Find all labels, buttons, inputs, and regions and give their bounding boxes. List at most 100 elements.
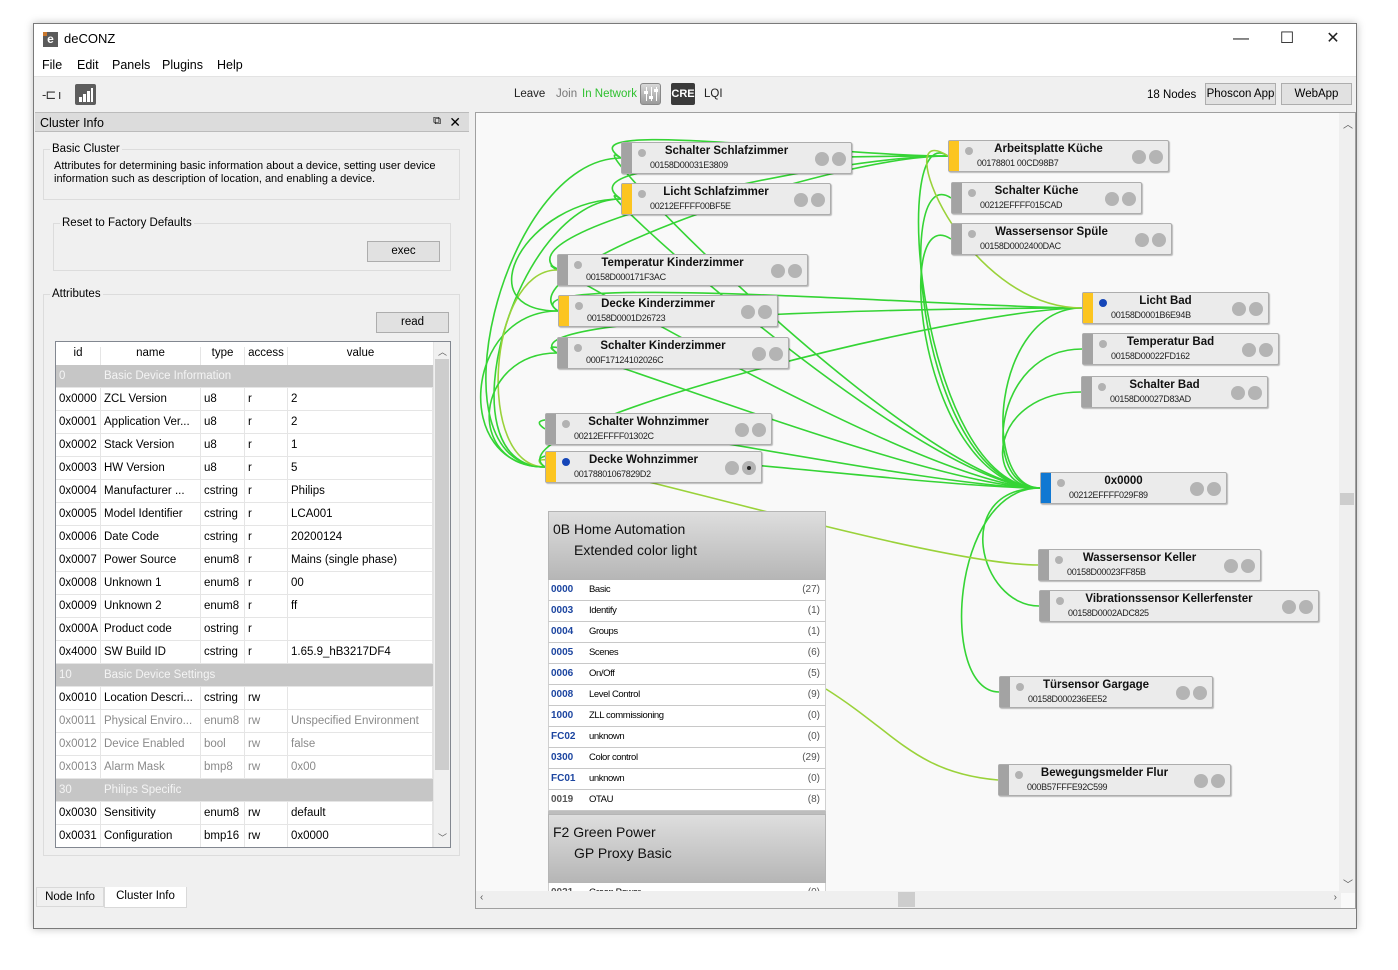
- scroll-down-icon[interactable]: ﹀: [1343, 876, 1353, 891]
- endpoint-port-icon[interactable]: [735, 423, 749, 437]
- table-row[interactable]: 0x0000 ZCL Version u8 r 2: [56, 388, 433, 411]
- phoscon-app-button[interactable]: Phoscon App: [1205, 83, 1276, 105]
- horizontal-scroll-thumb[interactable]: [898, 892, 915, 907]
- table-row[interactable]: 0x0030 Sensitivity enum8 rw default: [56, 802, 433, 825]
- cluster-row[interactable]: 0008 Level Control (9): [548, 685, 826, 706]
- endpoint-port-icon[interactable]: [1242, 343, 1256, 357]
- endpoint-port-icon[interactable]: [1231, 386, 1245, 400]
- endpoint-port-icon[interactable]: [1282, 600, 1296, 614]
- endpoint-port-icon[interactable]: [758, 305, 772, 319]
- node-decke-kinderzimmer[interactable]: Decke Kinderzimmer 00158D0001D26723: [558, 295, 778, 327]
- section-row[interactable]: 30 Philips Specific: [56, 779, 433, 802]
- endpoint-port-icon[interactable]: [1207, 482, 1221, 496]
- table-row[interactable]: 0x0004 Manufacturer ... cstring r Philips: [56, 480, 433, 503]
- section-row[interactable]: 10 Basic Device Settings: [56, 664, 433, 687]
- menu-edit[interactable]: Edit: [77, 58, 99, 72]
- col-access[interactable]: access: [245, 347, 288, 365]
- float-panel-icon[interactable]: ⧉: [433, 115, 441, 128]
- table-row[interactable]: 0x0012 Device Enabled bool rw false: [56, 733, 433, 756]
- node-licht-bad[interactable]: Licht Bad 00158D0001B6E94B: [1082, 292, 1269, 324]
- endpoint-port-icon[interactable]: [771, 264, 785, 278]
- menu-plugins[interactable]: Plugins: [162, 58, 203, 72]
- scroll-up-icon[interactable]: ︿: [1343, 116, 1353, 131]
- menu-panels[interactable]: Panels: [112, 58, 150, 72]
- tab-cluster-info[interactable]: Cluster Info: [104, 887, 187, 908]
- cluster-row[interactable]: 0004 Groups (1): [548, 622, 826, 643]
- table-row[interactable]: 0x0031 Configuration bmp16 rw 0x0000: [56, 825, 433, 847]
- node-licht-schlafzimmer[interactable]: Licht Schlafzimmer 00212EFFFF00BF5E: [621, 183, 831, 215]
- col-type[interactable]: type: [201, 347, 245, 365]
- node-wassersensor-keller[interactable]: Wassersensor Keller 00158D00023FF85B: [1038, 549, 1261, 581]
- node-decke-wohnzimmer[interactable]: Decke Wohnzimmer 00178801067829D2: [545, 451, 762, 483]
- table-row[interactable]: 0x0006 Date Code cstring r 20200124: [56, 526, 433, 549]
- endpoint-port-icon[interactable]: [1224, 559, 1238, 573]
- endpoint-port-icon[interactable]: [1152, 233, 1166, 247]
- endpoint-header[interactable]: F2 Green Power GP Proxy Basic: [548, 814, 826, 883]
- cluster-row[interactable]: FC02 unknown (0): [548, 727, 826, 748]
- table-row[interactable]: 0x0011 Physical Enviro... enum8 rw Unspecifi…: [56, 710, 433, 733]
- endpoint-port-icon[interactable]: [1135, 233, 1149, 247]
- cluster-row[interactable]: 0003 Identify (1): [548, 601, 826, 622]
- node-arbeitsplatte-kueche[interactable]: Arbeitsplatte Küche 00178801 00CD98B7: [948, 140, 1169, 172]
- scroll-left-icon[interactable]: ‹: [480, 892, 483, 903]
- table-row[interactable]: 0x0008 Unknown 1 enum8 r 00: [56, 572, 433, 595]
- cre-button[interactable]: CRE: [671, 83, 695, 105]
- graph-vertical-scrollbar[interactable]: ︿ ﹀: [1339, 113, 1355, 893]
- scroll-down-icon[interactable]: ﹀: [434, 831, 450, 844]
- endpoint-port-icon[interactable]: [752, 347, 766, 361]
- table-row[interactable]: 0x0002 Stack Version u8 r 1: [56, 434, 433, 457]
- table-row[interactable]: 0x0007 Power Source enum8 r Mains (single ph…: [56, 549, 433, 572]
- endpoint-port-icon[interactable]: [1211, 774, 1225, 788]
- cluster-row[interactable]: 0006 On/Off (5): [548, 664, 826, 685]
- node-temperatur-bad[interactable]: Temperatur Bad 00158D00022FD162: [1082, 333, 1279, 365]
- endpoint-port-icon[interactable]: [1122, 192, 1136, 206]
- cluster-row[interactable]: 0000 Basic (27): [548, 580, 826, 601]
- webapp-button[interactable]: WebApp: [1281, 83, 1352, 105]
- col-id[interactable]: id: [56, 347, 101, 365]
- table-row[interactable]: 0x0003 HW Version u8 r 5: [56, 457, 433, 480]
- exec-button[interactable]: exec: [367, 241, 440, 262]
- node-graph[interactable]: Schalter Schlafzimmer 00158D00031E3809 Lic…: [475, 112, 1356, 909]
- node-schalter-wohnzimmer[interactable]: Schalter Wohnzimmer 00212EFFFF01302C: [545, 413, 772, 445]
- endpoint-header[interactable]: 0B Home Automation Extended color light: [548, 511, 826, 580]
- lqi-button[interactable]: LQI: [704, 88, 723, 100]
- endpoint-port-icon[interactable]: [1232, 302, 1246, 316]
- minimize-button[interactable]: —: [1218, 24, 1264, 54]
- endpoint-port-icon[interactable]: [1149, 150, 1163, 164]
- endpoint-port-icon[interactable]: [742, 461, 756, 475]
- node-temperatur-kinderzimmer[interactable]: Temperatur Kinderzimmer 00158D000171F3AC: [557, 254, 808, 286]
- cluster-row[interactable]: 1000 ZLL commissioning (0): [548, 706, 826, 727]
- endpoint-port-icon[interactable]: [1249, 302, 1263, 316]
- table-row[interactable]: 0x000A Product code ostring r: [56, 618, 433, 641]
- network-settings-icon[interactable]: [640, 83, 661, 105]
- endpoint-port-icon[interactable]: [794, 193, 808, 207]
- vertical-scroll-thumb[interactable]: [1340, 493, 1354, 505]
- join-button[interactable]: Join: [556, 88, 577, 100]
- endpoint-port-icon[interactable]: [1176, 686, 1190, 700]
- tab-node-info[interactable]: Node Info: [36, 887, 104, 907]
- menu-file[interactable]: File: [42, 58, 62, 72]
- col-value[interactable]: value: [288, 347, 433, 365]
- endpoint-port-icon[interactable]: [788, 264, 802, 278]
- endpoint-port-icon[interactable]: [1259, 343, 1273, 357]
- endpoint-port-icon[interactable]: [725, 461, 739, 475]
- menu-help[interactable]: Help: [217, 58, 243, 72]
- endpoint-port-icon[interactable]: [815, 152, 829, 166]
- node-schalter-bad[interactable]: Schalter Bad 00158D00027D83AD: [1081, 376, 1268, 408]
- endpoint-port-icon[interactable]: [1132, 150, 1146, 164]
- table-row[interactable]: 0x0001 Application Ver... u8 r 2: [56, 411, 433, 434]
- endpoint-port-icon[interactable]: [752, 423, 766, 437]
- table-scrollbar[interactable]: ︿ ﹀: [433, 342, 450, 847]
- leave-button[interactable]: Leave: [514, 88, 545, 100]
- table-row[interactable]: 0x0009 Unknown 2 enum8 r ff: [56, 595, 433, 618]
- endpoint-port-icon[interactable]: [741, 305, 755, 319]
- node-schalter-kinderzimmer[interactable]: Schalter Kinderzimmer 000F17124102026C: [557, 337, 789, 369]
- table-row[interactable]: 0x4000 SW Build ID cstring r 1.65.9_hB3217DF…: [56, 641, 433, 664]
- scroll-right-icon[interactable]: ›: [1334, 892, 1337, 903]
- close-button[interactable]: ✕: [1310, 24, 1356, 54]
- table-row[interactable]: 0x0005 Model Identifier cstring r LCA001: [56, 503, 433, 526]
- endpoint-port-icon[interactable]: [769, 347, 783, 361]
- col-name[interactable]: name: [101, 347, 201, 365]
- endpoint-port-icon[interactable]: [811, 193, 825, 207]
- scroll-up-icon[interactable]: ︿: [434, 345, 450, 358]
